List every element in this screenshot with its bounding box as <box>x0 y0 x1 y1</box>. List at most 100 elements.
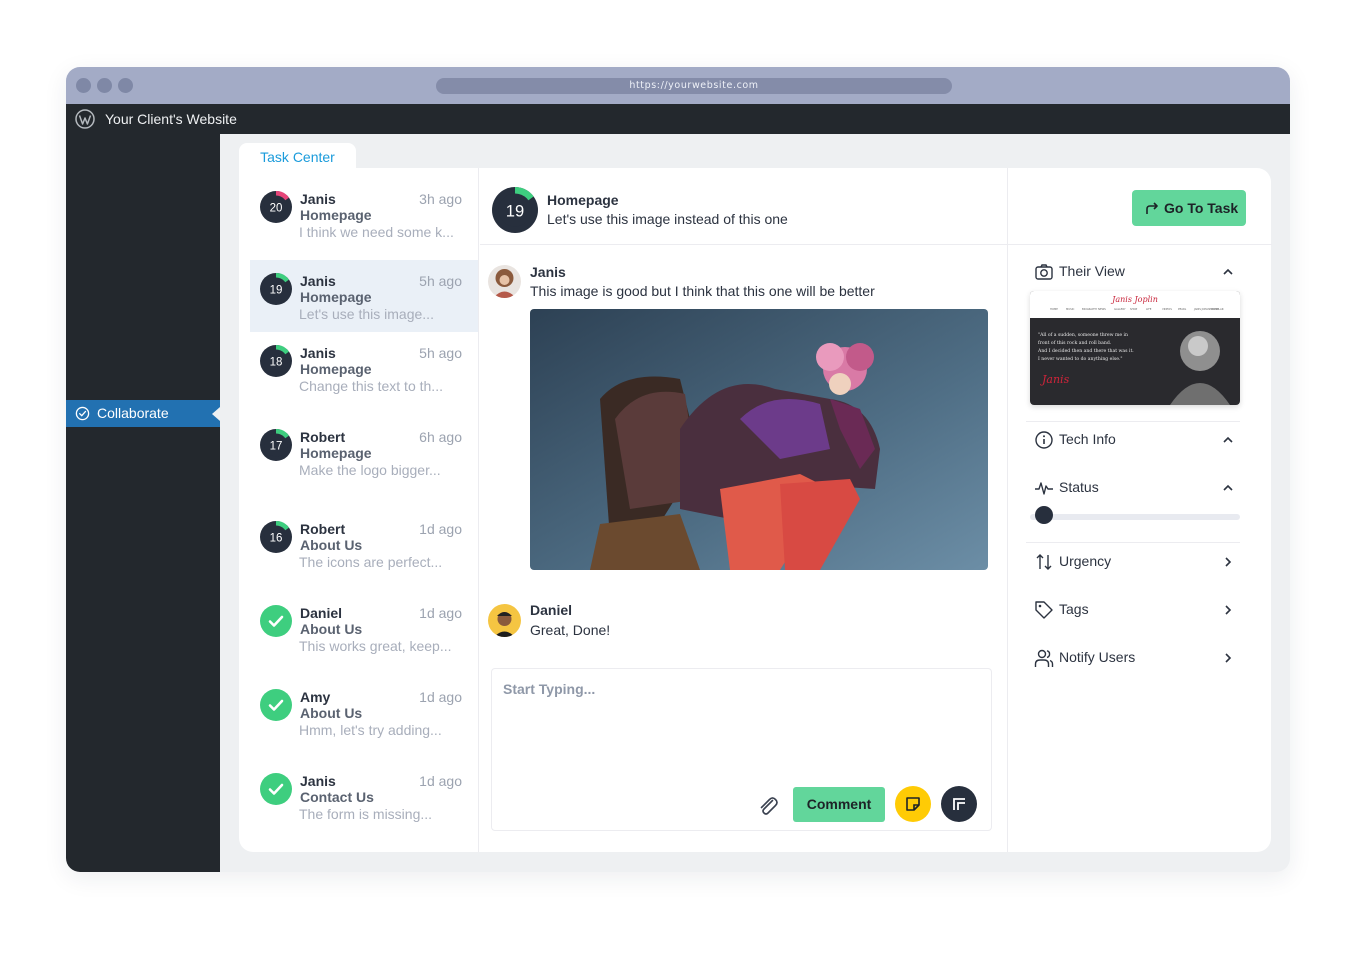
tech-info-toggle[interactable]: Tech Info <box>1026 427 1240 453</box>
task-time: 1d ago <box>419 521 462 537</box>
tech-info-label: Tech Info <box>1059 431 1116 447</box>
go-to-task-button[interactable]: Go To Task <box>1132 190 1246 226</box>
wordpress-icon[interactable] <box>75 109 95 129</box>
task-page: About Us <box>300 705 363 721</box>
screenshot-button[interactable] <box>941 786 977 822</box>
thumbnail-signature: Janis <box>1040 373 1070 386</box>
task-excerpt: Hmm, let's try adding... <box>299 722 442 738</box>
task-excerpt: This works great, keep... <box>299 638 452 654</box>
task-list-item[interactable]: Daniel 1d ago About Us This works great, ke… <box>250 592 478 664</box>
checkmark-icon <box>268 615 284 627</box>
divider <box>1026 421 1240 422</box>
task-excerpt: Let's use this image... <box>299 306 434 322</box>
tab-task-center[interactable]: Task Center <box>239 143 356 170</box>
window-minimize-dot[interactable] <box>97 78 112 93</box>
info-icon <box>1035 431 1053 449</box>
task-author: Janis <box>300 345 336 361</box>
comment-button[interactable]: Comment <box>793 787 885 822</box>
wp-admin-sidebar: Collaborate <box>66 134 220 872</box>
task-time: 1d ago <box>419 605 462 621</box>
tags-label: Tags <box>1059 601 1089 617</box>
notify-users-label: Notify Users <box>1059 649 1136 665</box>
crop-corner-icon <box>953 798 965 810</box>
message-image[interactable] <box>530 309 988 570</box>
paperclip-icon[interactable] <box>756 794 780 818</box>
task-excerpt: The form is missing... <box>299 806 433 822</box>
task-time: 5h ago <box>419 273 462 289</box>
status-slider-handle[interactable] <box>1034 506 1053 524</box>
status-toggle[interactable]: Status <box>1026 475 1240 501</box>
task-number: 16 <box>270 532 283 544</box>
task-done-badge <box>260 689 292 721</box>
status-slider-track[interactable] <box>1030 514 1240 520</box>
chevron-right-icon <box>1225 653 1232 663</box>
task-progress-ring: 18 <box>260 345 292 377</box>
divider <box>1026 542 1240 543</box>
check-circle-icon <box>75 406 90 421</box>
task-list-item[interactable]: 18 Janis 5h ago Homepage Change this text to… <box>250 332 478 404</box>
sort-arrows-icon <box>1036 554 1052 570</box>
task-info-panel: Their View Janis Joplin HOME MUSIC BIOGRAP… <box>1009 245 1271 852</box>
checkmark-icon <box>268 699 284 711</box>
notify-users-row[interactable]: Notify Users <box>1026 645 1240 671</box>
task-progress-ring: 19 <box>260 273 292 305</box>
their-view-toggle[interactable]: Their View <box>1026 259 1240 285</box>
current-task-number: 19 <box>506 201 524 220</box>
task-progress-ring: 17 <box>260 429 292 461</box>
current-menu-indicator <box>212 407 220 421</box>
thumbnail-nav-item: LIFE <box>1146 307 1152 311</box>
task-list-item[interactable]: 20 Janis 3h ago Homepage I think we need som… <box>250 178 478 250</box>
task-time: 1d ago <box>419 689 462 705</box>
thumbnail-quote-line: front of this rock and roll band. <box>1038 340 1112 346</box>
task-author: Janis <box>300 773 336 789</box>
task-author: Robert <box>300 429 346 445</box>
chevron-right-icon <box>1225 605 1232 615</box>
their-view-screenshot[interactable]: Janis Joplin HOME MUSIC BIOGRAPHY NEWS GALLE… <box>1030 291 1240 405</box>
urgency-row[interactable]: Urgency <box>1026 549 1240 575</box>
task-excerpt: I think we need some k... <box>299 224 454 240</box>
task-list-item[interactable]: 16 Robert 1d ago About Us The icons are perf… <box>250 508 478 580</box>
task-time: 5h ago <box>419 345 462 361</box>
task-excerpt: Change this text to th... <box>299 378 443 394</box>
thumbnail-nav-item: BIOGRAPHY <box>1082 307 1098 311</box>
window-close-dot[interactable] <box>76 78 91 93</box>
task-list-item[interactable]: Janis 1d ago Contact Us The form is missing… <box>250 760 478 832</box>
task-page: Homepage <box>300 207 372 223</box>
window-maximize-dot[interactable] <box>118 78 133 93</box>
tags-row[interactable]: Tags <box>1026 597 1240 623</box>
address-bar[interactable]: https://yourwebsite.com <box>436 78 952 94</box>
task-list-item[interactable]: 19 Janis 5h ago Homepage Let's use this imag… <box>250 260 478 332</box>
thumbnail-logo: Janis Joplin <box>1110 295 1158 304</box>
browser-window: https://yourwebsite.com Your Client's We… <box>66 67 1290 872</box>
task-author: Amy <box>300 689 331 705</box>
chevron-up-icon <box>1223 484 1233 491</box>
task-done-badge <box>260 605 292 637</box>
task-excerpt: Make the logo bigger... <box>299 462 441 478</box>
task-page: Homepage <box>300 289 372 305</box>
task-done-badge <box>260 773 292 805</box>
task-list-item[interactable]: 17 Robert 6h ago Homepage Make the logo bigg… <box>250 416 478 488</box>
go-to-task-label: Go To Task <box>1164 200 1239 216</box>
task-list-item[interactable]: Amy 1d ago About Us Hmm, let's try adding..… <box>250 676 478 748</box>
sticky-note-icon <box>906 797 920 811</box>
sidebar-item-collaborate[interactable]: Collaborate <box>66 400 220 427</box>
chevron-right-icon <box>1225 557 1232 567</box>
thumbnail-nav-item: MUSIC <box>1066 307 1075 311</box>
site-name-link[interactable]: Your Client's Website <box>105 104 237 135</box>
urgency-label: Urgency <box>1059 553 1112 569</box>
task-number: 19 <box>270 284 283 296</box>
task-number: 18 <box>270 356 283 368</box>
avatar <box>488 265 521 298</box>
thumbnail-quote-line: And I decided then and there that was it… <box>1037 348 1134 354</box>
tag-icon <box>1035 601 1053 619</box>
task-author: Robert <box>300 521 346 537</box>
thumbnail-nav-item: SHOP <box>1130 307 1138 311</box>
comment-input[interactable] <box>503 678 973 700</box>
task-page: About Us <box>300 621 363 637</box>
sticky-note-button[interactable] <box>895 786 931 822</box>
message-author: Janis <box>530 264 566 280</box>
task-number: 20 <box>270 202 283 214</box>
thumbnail-nav-item: JANIS JOPLIN SCHOLAR <box>1193 307 1224 311</box>
task-author: Daniel <box>300 605 343 621</box>
task-author: Janis <box>300 273 336 289</box>
